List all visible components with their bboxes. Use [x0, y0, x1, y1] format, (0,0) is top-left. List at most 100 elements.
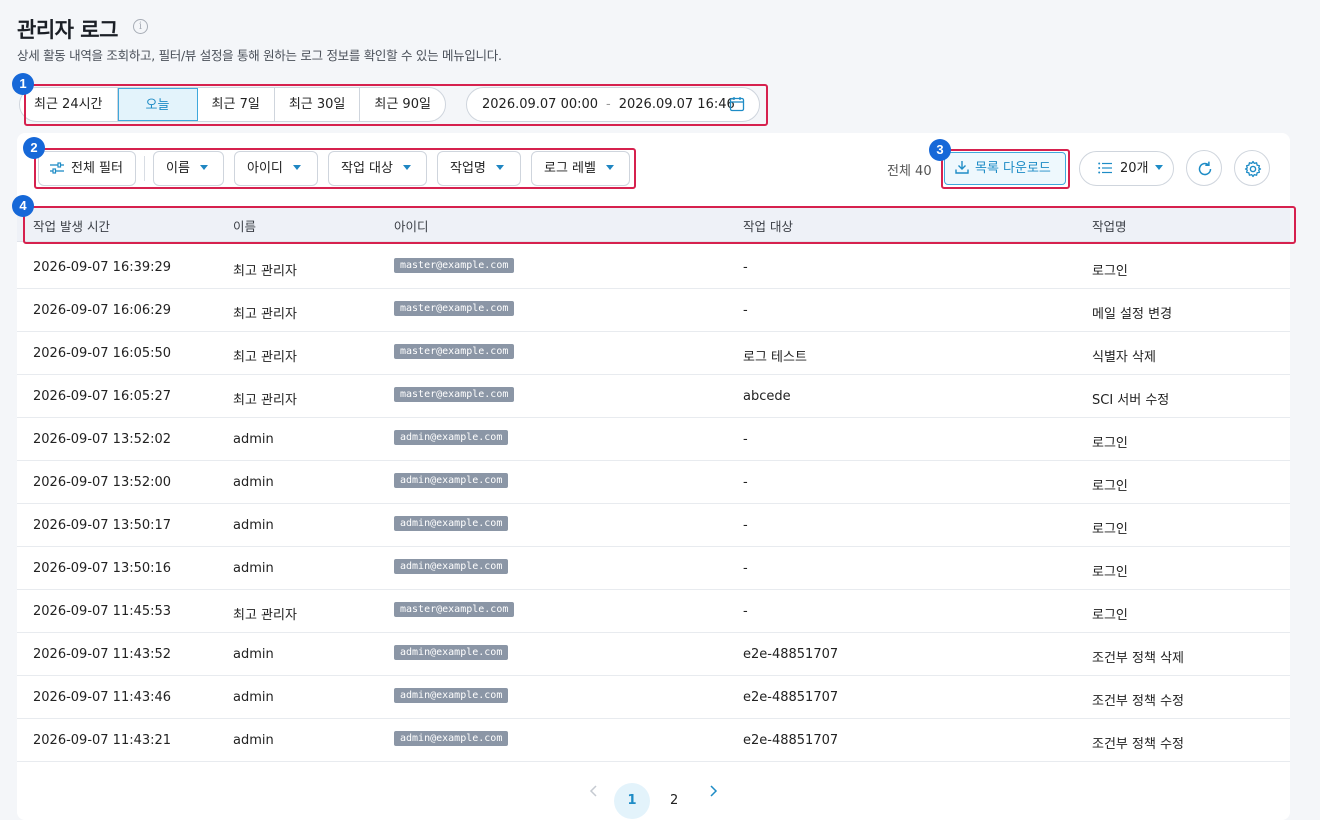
settings-button[interactable]	[1234, 150, 1270, 186]
filter-action-label: 작업명	[450, 161, 486, 176]
period-option-90d[interactable]: 최근 90일	[360, 88, 445, 121]
cell-action: 조건부 정책 삭제	[1092, 651, 1184, 666]
annotation-badge-1: 1	[12, 73, 34, 95]
page-size-label: 20개	[1120, 161, 1149, 176]
cell-action: 조건부 정책 수정	[1092, 737, 1184, 752]
filter-action[interactable]: 작업명	[437, 151, 521, 186]
header-target[interactable]: 작업 대상	[743, 216, 793, 235]
cell-id: admin@example.com	[394, 559, 509, 574]
cell-name: 최고 관리자	[233, 264, 297, 279]
period-option-7d[interactable]: 최근 7일	[198, 88, 275, 121]
cell-target: -	[743, 432, 748, 447]
cell-target: -	[743, 260, 748, 275]
cell-id: master@example.com	[394, 602, 515, 617]
cell-action: 로그인	[1092, 565, 1128, 580]
cell-id: admin@example.com	[394, 645, 509, 660]
cell-target: -	[743, 604, 748, 619]
cell-name: admin	[233, 518, 274, 533]
page-button-1[interactable]: 1	[614, 783, 650, 819]
cell-id: admin@example.com	[394, 473, 509, 488]
cell-action: 조건부 정책 수정	[1092, 694, 1184, 709]
filter-name-label: 이름	[166, 161, 190, 176]
cell-name: admin	[233, 647, 274, 662]
cell-name: 최고 관리자	[233, 350, 297, 365]
cell-name: admin	[233, 475, 274, 490]
filter-target-label: 작업 대상	[341, 161, 393, 176]
date-separator: -	[606, 97, 611, 112]
page-size-select[interactable]: 20개	[1079, 151, 1174, 186]
info-icon[interactable]: i	[133, 19, 148, 34]
period-option-30d[interactable]: 최근 30일	[275, 88, 361, 121]
period-option-today[interactable]: 오늘	[117, 88, 198, 121]
total-count: 전체 40	[887, 164, 932, 179]
page-title: 관리자 로그	[17, 18, 118, 42]
chevron-down-icon	[1154, 165, 1163, 170]
download-label: 목록 다운로드	[975, 161, 1051, 176]
cell-time: 2026-09-07 16:05:27	[33, 389, 172, 404]
date-from: 2026.09.07 00:00	[482, 97, 599, 112]
cell-id: admin@example.com	[394, 516, 509, 531]
cell-time: 2026-09-07 16:05:50	[33, 346, 172, 361]
cell-target: -	[743, 475, 748, 490]
header-time[interactable]: 작업 발생 시간	[33, 216, 110, 235]
annotation-badge-2: 2	[23, 137, 45, 159]
annotation-badge-3: 3	[929, 139, 951, 161]
cell-id: master@example.com	[394, 258, 515, 273]
filter-id[interactable]: 아이디	[234, 151, 318, 186]
header-id[interactable]: 아이디	[394, 216, 429, 235]
cell-time: 2026-09-07 16:39:29	[33, 260, 172, 275]
cell-action: 로그인	[1092, 436, 1128, 451]
annotation-badge-4: 4	[12, 195, 34, 217]
chevron-down-icon	[402, 165, 411, 170]
cell-action: 로그인	[1092, 522, 1128, 537]
page-button-2[interactable]: 2	[670, 793, 678, 808]
cell-name: 최고 관리자	[233, 393, 297, 408]
cell-name: 최고 관리자	[233, 307, 297, 322]
filter-divider	[144, 156, 145, 181]
chevron-right-icon[interactable]	[707, 785, 719, 801]
cell-id: admin@example.com	[394, 430, 509, 445]
cell-target: abcede	[743, 389, 791, 404]
header-action[interactable]: 작업명	[1092, 216, 1127, 235]
cell-time: 2026-09-07 11:45:53	[33, 604, 172, 619]
download-list-button[interactable]: 목록 다운로드	[944, 152, 1066, 185]
period-option-24h[interactable]: 최근 24시간	[20, 88, 118, 121]
header-name[interactable]: 이름	[233, 216, 256, 235]
cell-name: admin	[233, 432, 274, 447]
filter-name[interactable]: 이름	[153, 151, 224, 186]
cell-target: -	[743, 518, 748, 533]
cell-action: 로그인	[1092, 479, 1128, 494]
cell-time: 2026-09-07 11:43:46	[33, 690, 172, 705]
filter-id-label: 아이디	[247, 161, 283, 176]
chevron-down-icon	[292, 165, 301, 170]
cell-time: 2026-09-07 13:50:17	[33, 518, 172, 533]
filter-log-level[interactable]: 로그 레벨	[531, 151, 630, 186]
cell-action: 메일 설정 변경	[1092, 307, 1173, 322]
refresh-button[interactable]	[1186, 150, 1222, 186]
gear-icon	[1244, 160, 1262, 178]
date-to: 2026.09.07 16:46	[618, 97, 735, 112]
calendar-icon	[729, 97, 745, 112]
cell-action: SCI 서버 수정	[1092, 393, 1170, 408]
cell-target: e2e-48851707	[743, 690, 839, 705]
list-icon	[1098, 162, 1112, 173]
chevron-down-icon	[495, 165, 504, 170]
filter-target[interactable]: 작업 대상	[328, 151, 427, 186]
all-filter-label: 전체 필터	[71, 161, 123, 176]
chevron-left-icon[interactable]	[588, 785, 600, 801]
cell-id: master@example.com	[394, 301, 515, 316]
cell-time: 2026-09-07 11:43:21	[33, 733, 172, 748]
all-filter-button[interactable]: 전체 필터	[38, 151, 136, 186]
cell-name: admin	[233, 733, 274, 748]
page-description: 상세 활동 내역을 조회하고, 필터/뷰 설정을 통해 원하는 로그 정보를 확…	[17, 48, 502, 63]
cell-time: 2026-09-07 13:52:02	[33, 432, 172, 447]
cell-time: 2026-09-07 13:50:16	[33, 561, 172, 576]
cell-id: admin@example.com	[394, 688, 509, 703]
cell-target: e2e-48851707	[743, 647, 839, 662]
refresh-icon	[1198, 161, 1212, 176]
filter-log-level-label: 로그 레벨	[544, 161, 596, 176]
cell-target: e2e-48851707	[743, 733, 839, 748]
date-range-picker[interactable]: 2026.09.07 00:00-2026.09.07 16:46	[466, 87, 760, 122]
cell-id: master@example.com	[394, 344, 515, 359]
chevron-down-icon	[199, 165, 208, 170]
